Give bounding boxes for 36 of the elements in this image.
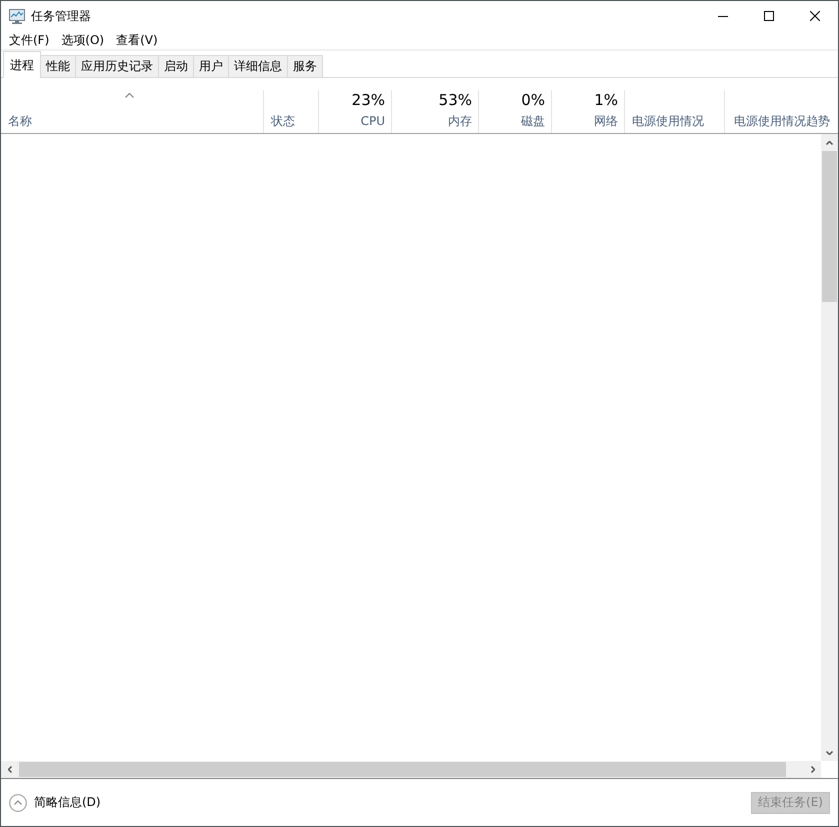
caret-right-icon — [810, 766, 814, 773]
column-header[interactable]: CPU — [360, 113, 391, 129]
tab[interactable]: 详细信息 — [228, 55, 288, 77]
vertical-scrollbar[interactable] — [821, 134, 838, 761]
tab[interactable]: 用户 — [193, 55, 229, 77]
column-header[interactable]: 电源使用情况 — [625, 113, 704, 129]
caret-up-icon — [826, 140, 833, 144]
caret-down-icon — [826, 750, 833, 754]
chevron-up-circle-icon[interactable] — [9, 794, 27, 812]
column-header[interactable]: 网络 — [594, 113, 624, 129]
usage-percent: 0% — [521, 90, 545, 110]
horizontal-scrollbar[interactable] — [1, 761, 821, 778]
usage-percent: 1% — [594, 90, 618, 110]
maximize-icon — [764, 11, 774, 21]
scroll-thumb[interactable] — [822, 151, 837, 302]
column-header[interactable]: 名称 — [1, 113, 32, 129]
menu-item[interactable]: 文件(F) — [8, 32, 50, 48]
tab[interactable]: 进程 — [3, 51, 41, 78]
tab[interactable]: 启动 — [158, 55, 194, 77]
close-icon — [810, 11, 820, 21]
monitor-chart-icon — [9, 8, 25, 24]
menu-item[interactable]: 选项(O) — [60, 32, 106, 48]
menu-item[interactable]: 查看(V) — [115, 32, 159, 48]
column-header[interactable]: 状态 — [264, 113, 295, 129]
usage-percent: 23% — [352, 90, 385, 110]
usage-percent: 53% — [438, 90, 472, 110]
tab[interactable]: 应用历史记录 — [75, 55, 159, 77]
column-header[interactable]: 内存 — [448, 113, 478, 129]
scroll-thumb[interactable] — [19, 762, 786, 777]
column-header[interactable]: 磁盘 — [521, 113, 551, 129]
tab[interactable]: 性能 — [40, 55, 76, 77]
tab[interactable]: 服务 — [287, 55, 323, 77]
window-title: 任务管理器 — [31, 8, 91, 24]
column-header[interactable]: 电源使用情况趋势 — [725, 113, 830, 129]
fewer-details-link[interactable]: 简略信息(D) — [34, 794, 101, 811]
caret-left-icon — [8, 766, 12, 773]
